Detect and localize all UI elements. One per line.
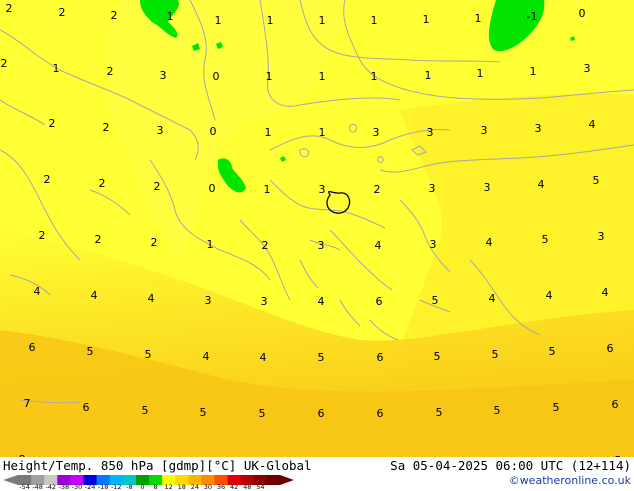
value-label: 1 bbox=[530, 65, 537, 78]
value-label: 1 bbox=[267, 14, 274, 27]
value-label: 2 bbox=[111, 9, 118, 22]
value-label: 4 bbox=[589, 118, 596, 131]
value-label: 2 bbox=[107, 65, 114, 78]
value-label: 2 bbox=[6, 2, 13, 15]
value-label: 1 bbox=[319, 70, 326, 83]
value-label: 2 bbox=[262, 239, 269, 252]
value-label: 5 bbox=[492, 348, 499, 361]
value-label: 4 bbox=[260, 351, 267, 364]
scale-swatch bbox=[266, 475, 281, 485]
value-label: 3 bbox=[373, 126, 380, 139]
value-label: 4 bbox=[486, 236, 493, 249]
value-label: 4 bbox=[91, 289, 98, 302]
value-label: 2 bbox=[44, 173, 51, 186]
value-label: 1 bbox=[477, 67, 484, 80]
value-label: 6 bbox=[612, 398, 619, 411]
value-label: 3 bbox=[429, 182, 436, 195]
value-label: 5 bbox=[142, 404, 149, 417]
value-label: 4 bbox=[546, 289, 553, 302]
value-label: 1 bbox=[423, 13, 430, 26]
value-label: 5 bbox=[542, 233, 549, 246]
value-label: 1 bbox=[167, 10, 174, 23]
value-label: 2 bbox=[374, 183, 381, 196]
value-label: 7 bbox=[24, 397, 31, 410]
value-label: 2 bbox=[49, 117, 56, 130]
value-label: 4 bbox=[148, 292, 155, 305]
value-label: 3 bbox=[319, 183, 326, 196]
value-label: 5 bbox=[549, 345, 556, 358]
value-label: 5 bbox=[434, 350, 441, 363]
weather-map: 2 2 2 1 1 1 1 1 1 1 -1 0 2 1 2 3 0 1 1 1 1 1 1 3 2 2 3 0 1 1 3 3 3 3 4 2 2 2 0… bbox=[0, 0, 634, 457]
value-label: 4 bbox=[318, 295, 325, 308]
value-label: 3 bbox=[205, 294, 212, 307]
value-label: 3 bbox=[598, 230, 605, 243]
value-label: 5 bbox=[318, 351, 325, 364]
value-label: 4 bbox=[538, 178, 545, 191]
value-label: 1 bbox=[425, 69, 432, 82]
value-label: 3 bbox=[481, 124, 488, 137]
value-label: 2 bbox=[59, 6, 66, 19]
value-label: 0 bbox=[209, 182, 216, 195]
value-label: 3 bbox=[484, 181, 491, 194]
value-label: 1 bbox=[266, 70, 273, 83]
map-canvas: 2 2 2 1 1 1 1 1 1 1 -1 0 2 1 2 3 0 1 1 1 1 1 1 3 2 2 3 0 1 1 3 3 3 3 4 2 2 2 0… bbox=[0, 0, 634, 457]
forecast-datetime: Sa 05-04-2025 06:00 UTC (12+114) bbox=[390, 458, 631, 473]
value-label: 3 bbox=[430, 238, 437, 251]
value-label: 5 bbox=[259, 407, 266, 420]
value-label: 1 bbox=[371, 14, 378, 27]
value-label: 2 bbox=[151, 236, 158, 249]
value-label: 2 bbox=[39, 229, 46, 242]
value-label: 2 bbox=[154, 180, 161, 193]
map-title: Height/Temp. 850 hPa [gdmp][°C] UK-Globa… bbox=[3, 458, 312, 473]
value-label: 5 bbox=[436, 406, 443, 419]
value-label: -1 bbox=[527, 10, 538, 23]
value-label: 3 bbox=[157, 124, 164, 137]
value-label: 1 bbox=[207, 238, 214, 251]
value-label: 6 bbox=[83, 401, 90, 414]
value-label: 3 bbox=[160, 69, 167, 82]
value-label: 1 bbox=[319, 126, 326, 139]
value-label: 5 bbox=[200, 406, 207, 419]
scale-arrow-left bbox=[3, 475, 18, 485]
value-label: 1 bbox=[215, 14, 222, 27]
scale-arrow-right bbox=[280, 475, 294, 485]
value-label: 2 bbox=[95, 233, 102, 246]
map-footer: Height/Temp. 850 hPa [gdmp][°C] UK-Globa… bbox=[0, 457, 634, 491]
value-label: 6 bbox=[607, 342, 614, 355]
value-label: 2 bbox=[99, 177, 106, 190]
value-label: 3 bbox=[584, 62, 591, 75]
value-label: 5 bbox=[145, 348, 152, 361]
value-label: 3 bbox=[261, 295, 268, 308]
value-label: 3 bbox=[318, 239, 325, 252]
value-label: 5 bbox=[432, 294, 439, 307]
value-label: 4 bbox=[203, 350, 210, 363]
value-label: 4 bbox=[34, 285, 41, 298]
value-label: 0 bbox=[213, 70, 220, 83]
value-label: 5 bbox=[87, 345, 94, 358]
value-label: 4 bbox=[489, 292, 496, 305]
copyright-link[interactable]: ©weatheronline.co.uk bbox=[509, 474, 631, 487]
value-label: 3 bbox=[535, 122, 542, 135]
value-label: 4 bbox=[602, 286, 609, 299]
value-label: 2 bbox=[103, 121, 110, 134]
value-label: 4 bbox=[375, 239, 382, 252]
value-label: 0 bbox=[579, 7, 586, 20]
value-label: 5 bbox=[494, 404, 501, 417]
value-label: 5 bbox=[593, 174, 600, 187]
value-label: 1 bbox=[53, 62, 60, 75]
value-label: 2 bbox=[1, 57, 8, 70]
value-label: 5 bbox=[553, 401, 560, 414]
value-label: 6 bbox=[29, 341, 36, 354]
value-label: 6 bbox=[318, 407, 325, 420]
value-label: 6 bbox=[376, 295, 383, 308]
value-label: 1 bbox=[264, 183, 271, 196]
value-label: 3 bbox=[427, 126, 434, 139]
value-label: 6 bbox=[377, 351, 384, 364]
value-label: 1 bbox=[319, 14, 326, 27]
value-label: 1 bbox=[475, 12, 482, 25]
value-label: 1 bbox=[265, 126, 272, 139]
value-label: 6 bbox=[377, 407, 384, 420]
value-label: 0 bbox=[210, 125, 217, 138]
value-label: 1 bbox=[371, 70, 378, 83]
